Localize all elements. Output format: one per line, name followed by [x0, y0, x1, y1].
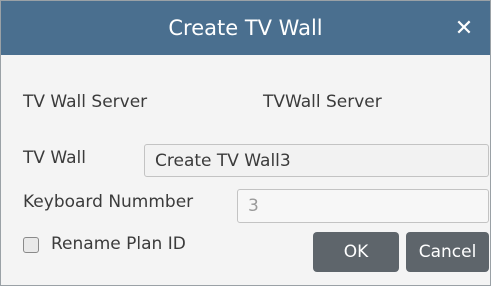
dialog-titlebar: Create TV Wall ✕ [1, 1, 490, 55]
cancel-button[interactable]: Cancel [406, 232, 489, 272]
close-icon[interactable]: ✕ [446, 9, 482, 47]
tv-wall-server-value: TVWall Server [263, 92, 382, 112]
rename-plan-id-checkbox[interactable] [23, 237, 39, 253]
tv-wall-server-label: TV Wall Server [23, 92, 148, 112]
keyboard-number-input[interactable]: 3 [237, 189, 489, 223]
tv-wall-label: TV Wall [23, 148, 87, 168]
tv-wall-name-input[interactable]: Create TV Wall3 [144, 144, 489, 177]
rename-plan-id-label: Rename Plan ID [51, 234, 186, 254]
keyboard-number-value: 3 [248, 196, 259, 216]
ok-button[interactable]: OK [313, 232, 399, 272]
dialog-title: Create TV Wall [168, 16, 323, 40]
tv-wall-name-value: Create TV Wall3 [155, 150, 291, 171]
create-tv-wall-dialog: Create TV Wall ✕ TV Wall Server TVWall S… [0, 0, 491, 286]
keyboard-number-label: Keyboard Nummber [23, 192, 194, 212]
